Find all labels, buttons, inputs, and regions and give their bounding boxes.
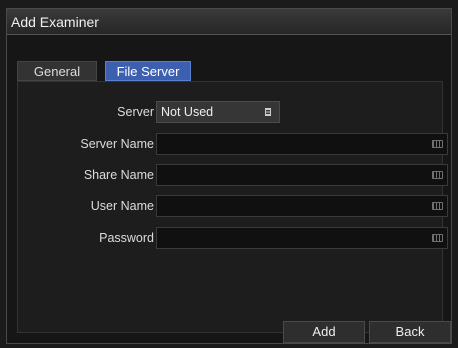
password-input[interactable] bbox=[156, 227, 448, 249]
server-select[interactable]: Not Used bbox=[156, 101, 280, 123]
password-label: Password bbox=[99, 231, 154, 245]
dialog-title: Add Examiner bbox=[7, 9, 451, 35]
keyboard-icon[interactable] bbox=[432, 234, 443, 242]
user-name-row: User Name bbox=[18, 195, 448, 217]
share-name-row: Share Name bbox=[18, 164, 448, 186]
server-select-value: Not Used bbox=[161, 105, 214, 119]
back-button[interactable]: Back bbox=[369, 321, 451, 343]
tab-bar: General File Server bbox=[17, 61, 191, 81]
list-icon bbox=[265, 108, 271, 116]
user-name-input[interactable] bbox=[156, 195, 448, 217]
server-row: Server Not Used bbox=[18, 101, 442, 123]
add-examiner-dialog: Add Examiner General File Server Server … bbox=[6, 8, 452, 344]
share-name-input[interactable] bbox=[156, 164, 448, 186]
tab-general[interactable]: General bbox=[17, 61, 97, 81]
server-label: Server bbox=[117, 105, 154, 119]
add-button[interactable]: Add bbox=[283, 321, 365, 343]
user-name-label: User Name bbox=[90, 199, 154, 213]
server-name-input[interactable] bbox=[156, 133, 448, 155]
share-name-label: Share Name bbox=[83, 168, 154, 182]
file-server-panel: Server Not Used Server Name Share Name U… bbox=[17, 81, 448, 333]
tab-file-server[interactable]: File Server bbox=[105, 61, 191, 81]
keyboard-icon[interactable] bbox=[432, 202, 443, 210]
keyboard-icon[interactable] bbox=[432, 171, 443, 179]
keyboard-icon[interactable] bbox=[432, 140, 443, 148]
dialog-footer: Add Back bbox=[279, 321, 451, 343]
server-name-label: Server Name bbox=[80, 137, 154, 151]
password-row: Password bbox=[18, 227, 448, 249]
server-name-row: Server Name bbox=[18, 133, 448, 155]
